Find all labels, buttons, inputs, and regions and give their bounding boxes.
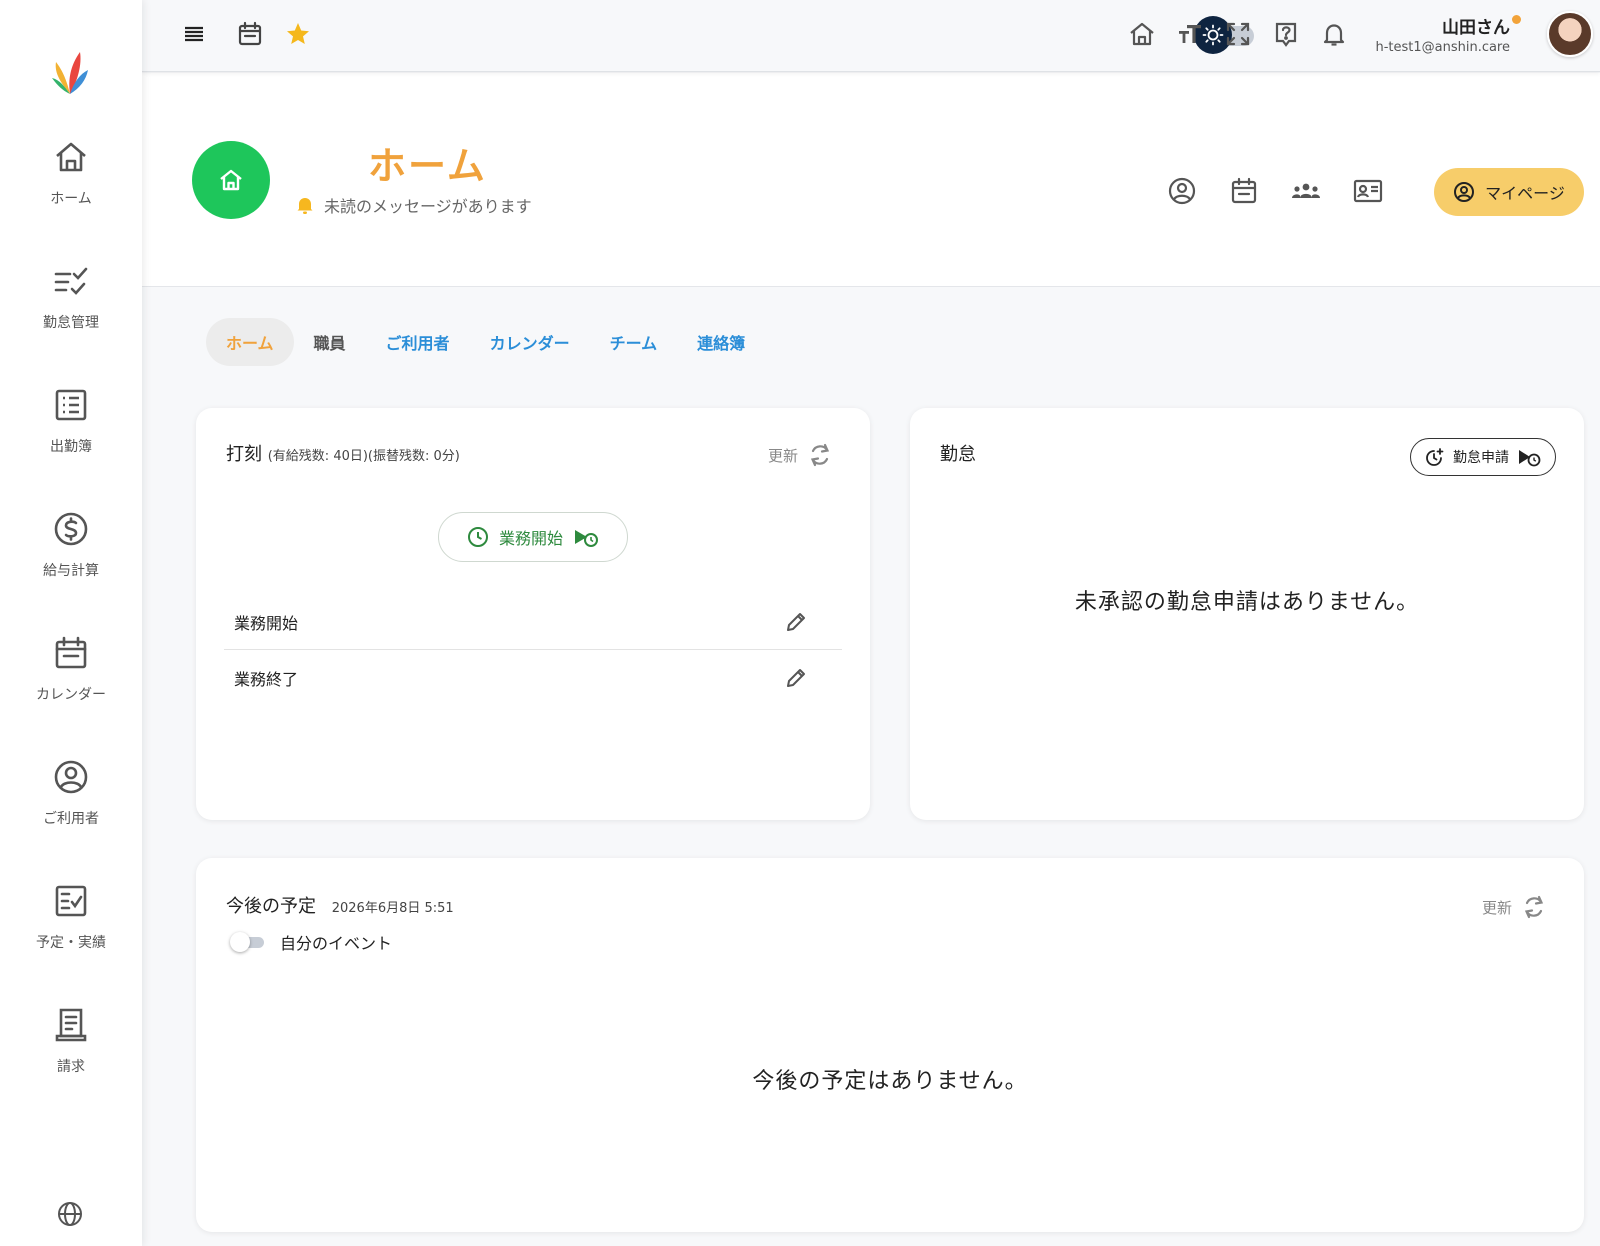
tab-team[interactable]: チーム [590,318,678,366]
punch-row-label: 業務開始 [234,613,299,633]
start-work-button[interactable]: 業務開始 [438,512,628,562]
home-badge [192,141,270,219]
punch-row-label: 業務終了 [234,670,299,689]
sidebar-item-billing[interactable]: 請求 [0,1006,142,1096]
tab-calendar[interactable]: カレンダー [470,318,590,366]
tab-staff[interactable]: 職員 [294,318,366,366]
sidebar: ホーム 勤怠管理 出勤簿 給与計算 カレンダー ご利用者 予定・実績 請求 [0,0,142,1246]
user-circle-icon[interactable] [1166,175,1198,207]
sidebar-item-label: ご利用者 [43,811,99,827]
page-header: ホーム 未読のメッセージがあります マイページ [142,73,1600,287]
refresh-icon [810,443,830,467]
unread-message-text: 未読のメッセージがあります [324,197,532,216]
sidebar-item-attendance-book[interactable]: 出勤簿 [0,386,142,476]
clock-plus-icon [1426,448,1444,466]
sidebar-item-clients[interactable]: ご利用者 [0,758,142,848]
app-logo[interactable] [48,44,92,98]
my-events-toggle[interactable] [230,932,266,952]
bell-icon [297,198,313,214]
punch-row-end: 業務終了 [224,650,842,706]
my-events-filter: 自分のイベント [230,930,392,954]
menu-icon[interactable] [180,20,208,48]
sidebar-item-attendance[interactable]: 勤怠管理 [0,262,142,352]
sidebar-item-label: 勤怠管理 [43,315,99,331]
list-icon [55,389,87,421]
user-circle-icon [54,760,88,794]
text-size-icon[interactable] [1176,20,1204,48]
user-name: 山田さん [1442,18,1510,38]
calendar-icon [55,636,87,669]
clock-icon [467,527,488,547]
notification-dot [1512,15,1521,24]
globe-icon[interactable] [56,1200,84,1228]
attendance-request-button[interactable]: 勤怠申請 [1410,438,1556,476]
unread-message-notice[interactable]: 未読のメッセージがあります [296,193,532,217]
attendance-card: 勤怠 勤怠申請 未承認の勤怠申請はありません。 [910,408,1584,820]
top-bar: 山田さん h-test1@anshin.care [142,0,1600,72]
schedule-empty-message: 今後の予定はありません。 [752,1069,1028,1094]
schedule-card: 今後の予定 2026年6月8日 5:51 更新 自分のイベント 今後の予定はあり… [196,858,1584,1232]
punch-clock-icon [575,530,598,547]
home-icon [220,169,242,191]
schedule-check-icon [55,885,87,917]
home-icon [56,142,86,172]
my-events-label: 自分のイベント [280,934,393,953]
bell-icon[interactable] [1320,20,1348,48]
refresh-icon [1524,895,1544,919]
checklist-icon [54,267,88,295]
receipt-icon [55,1008,87,1042]
sidebar-item-schedule-results[interactable]: 予定・実績 [0,882,142,972]
edit-icon[interactable] [784,666,808,690]
tab-home[interactable]: ホーム [206,318,294,366]
user-email: h-test1@anshin.care [1375,40,1510,55]
sidebar-item-label: ホーム [50,191,92,207]
tab-bar: ホーム 職員 ご利用者 カレンダー チーム 連絡簿 [206,318,765,366]
fullscreen-icon[interactable] [1224,20,1252,48]
calendar-icon[interactable] [1228,175,1260,207]
user-circle-icon [1454,182,1475,202]
punch-card: 打刻 (有給残数: 40日)(振替残数: 0分) 更新 業務開始 業務開始 業務… [196,408,870,820]
home-icon[interactable] [1128,20,1156,48]
sidebar-item-label: カレンダー [36,687,106,703]
id-card-icon[interactable] [1352,175,1384,207]
edit-icon[interactable] [784,610,808,634]
leave-balance-text: (有給残数: 40日)(振替残数: 0分) [267,449,460,464]
attendance-empty-message: 未承認の勤怠申請はありません。 [1074,590,1420,615]
schedule-datetime: 2026年6月8日 5:51 [331,901,454,916]
help-icon[interactable] [1272,20,1300,48]
mypage-label: マイページ [1485,184,1565,203]
sidebar-item-calendar[interactable]: カレンダー [0,634,142,724]
schedule-refresh-button[interactable]: 更新 [1482,894,1546,920]
star-icon[interactable] [284,20,312,48]
page-title: ホーム [368,144,487,188]
sidebar-item-label: 請求 [57,1059,85,1075]
punch-clock-icon [1519,450,1541,467]
avatar[interactable] [1547,11,1593,57]
sidebar-item-label: 予定・実績 [36,935,106,951]
punch-card-title: 打刻 (有給残数: 40日)(振替残数: 0分) [226,444,460,465]
sun-icon [1202,24,1224,46]
dollar-icon [54,512,88,546]
attendance-card-title: 勤怠 [940,444,976,465]
sidebar-item-payroll[interactable]: 給与計算 [0,510,142,600]
sidebar-item-label: 給与計算 [43,563,99,579]
tab-contact-book[interactable]: 連絡簿 [677,318,765,366]
mypage-button[interactable]: マイページ [1434,168,1584,216]
team-icon[interactable] [1290,175,1322,207]
punch-row-start: 業務開始 [224,594,842,650]
tab-clients[interactable]: ご利用者 [366,318,470,366]
calendar-icon[interactable] [236,20,264,48]
sidebar-item-label: 出勤簿 [50,439,92,455]
sidebar-item-home[interactable]: ホーム [0,138,142,228]
schedule-card-title: 今後の予定 2026年6月8日 5:51 [226,896,454,917]
punch-refresh-button[interactable]: 更新 [768,442,832,468]
